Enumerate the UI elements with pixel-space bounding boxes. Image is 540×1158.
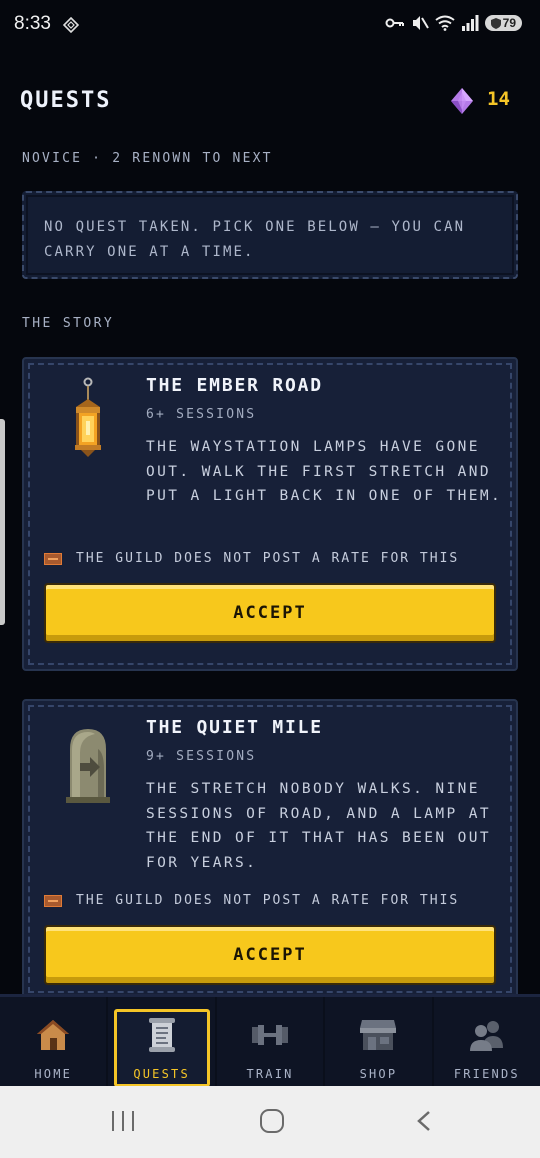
- wifi-icon: [435, 15, 455, 31]
- accept-button[interactable]: ACCEPT: [44, 583, 496, 643]
- recent-apps-icon[interactable]: [112, 1111, 134, 1131]
- edge-panel-handle[interactable]: [0, 419, 5, 625]
- tab-label: SHOP: [359, 1067, 398, 1081]
- tab-shop[interactable]: SHOP: [325, 997, 434, 1086]
- battery-shield-icon: [490, 17, 501, 29]
- status-time: 8:33: [14, 13, 51, 34]
- page-title: QUESTS: [20, 88, 112, 113]
- battery-level: 79: [502, 16, 516, 30]
- tab-bar: HOME QUESTS TRAIN SHOP FRIENDS: [0, 994, 540, 1087]
- tab-label: HOME: [34, 1067, 73, 1081]
- quest-sessions: 6+ SESSIONS: [146, 407, 257, 422]
- lantern-icon: [75, 377, 101, 457]
- house-icon: [33, 1015, 73, 1055]
- tab-label: TRAIN: [246, 1067, 294, 1081]
- tab-label: QUESTS: [133, 1067, 190, 1081]
- status-icons: 79: [385, 15, 522, 31]
- status-bar: 8:33 79: [0, 0, 540, 52]
- tab-home[interactable]: HOME: [0, 997, 109, 1086]
- home-circle-icon[interactable]: [260, 1109, 284, 1133]
- shop-icon: [358, 1015, 398, 1055]
- system-nav-bar: [0, 1086, 540, 1158]
- quest-rate: THE GUILD DOES NOT POST A RATE FOR THIS: [44, 893, 514, 908]
- gem-count: 14: [487, 88, 510, 110]
- scroll-icon: [142, 1015, 182, 1055]
- signal-icon: [461, 15, 479, 31]
- quest-sessions: 9+ SESSIONS: [146, 749, 257, 764]
- quest-rate: THE GUILD DOES NOT POST A RATE FOR THIS: [44, 551, 514, 566]
- dumbbell-icon: [250, 1015, 290, 1055]
- key-icon: [385, 18, 404, 28]
- tab-label: FRIENDS: [453, 1067, 520, 1081]
- quest-card: THE EMBER ROAD 6+ SESSIONS THE WAYSTATIO…: [22, 357, 518, 671]
- tab-quests[interactable]: QUESTS: [108, 997, 217, 1087]
- ticket-icon: [44, 552, 62, 565]
- back-chevron-icon[interactable]: [416, 1110, 432, 1132]
- app-notification-icon: [63, 17, 79, 33]
- gem-icon: [451, 88, 473, 114]
- quest-title: THE EMBER ROAD: [146, 375, 323, 396]
- tab-train[interactable]: TRAIN: [217, 997, 326, 1086]
- rank-progress: NOVICE · 2 RENOWN TO NEXT: [22, 151, 273, 166]
- tab-friends[interactable]: FRIENDS: [434, 997, 540, 1086]
- ticket-icon: [44, 894, 62, 907]
- section-title: THE STORY: [22, 316, 115, 331]
- quest-description: THE STRETCH NOBODY WALKS. NINE SESSIONS …: [146, 781, 492, 871]
- friends-icon: [467, 1015, 507, 1055]
- quest-rate-text: THE GUILD DOES NOT POST A RATE FOR THIS: [76, 551, 460, 566]
- mute-icon: [412, 16, 429, 30]
- quest-title: THE QUIET MILE: [146, 717, 323, 738]
- quest-notice: NO QUEST TAKEN. PICK ONE BELOW — YOU CAN…: [22, 191, 518, 279]
- quest-rate-text: THE GUILD DOES NOT POST A RATE FOR THIS: [76, 893, 460, 908]
- notice-text: NO QUEST TAKEN. PICK ONE BELOW — YOU CAN…: [44, 219, 466, 260]
- battery-indicator: 79: [484, 15, 522, 31]
- milestone-icon: [66, 729, 110, 803]
- quest-description: THE WAYSTATION LAMPS HAVE GONE OUT. WALK…: [146, 439, 503, 504]
- quest-card: THE QUIET MILE 9+ SESSIONS THE STRETCH N…: [22, 699, 518, 999]
- accept-button[interactable]: ACCEPT: [44, 925, 496, 985]
